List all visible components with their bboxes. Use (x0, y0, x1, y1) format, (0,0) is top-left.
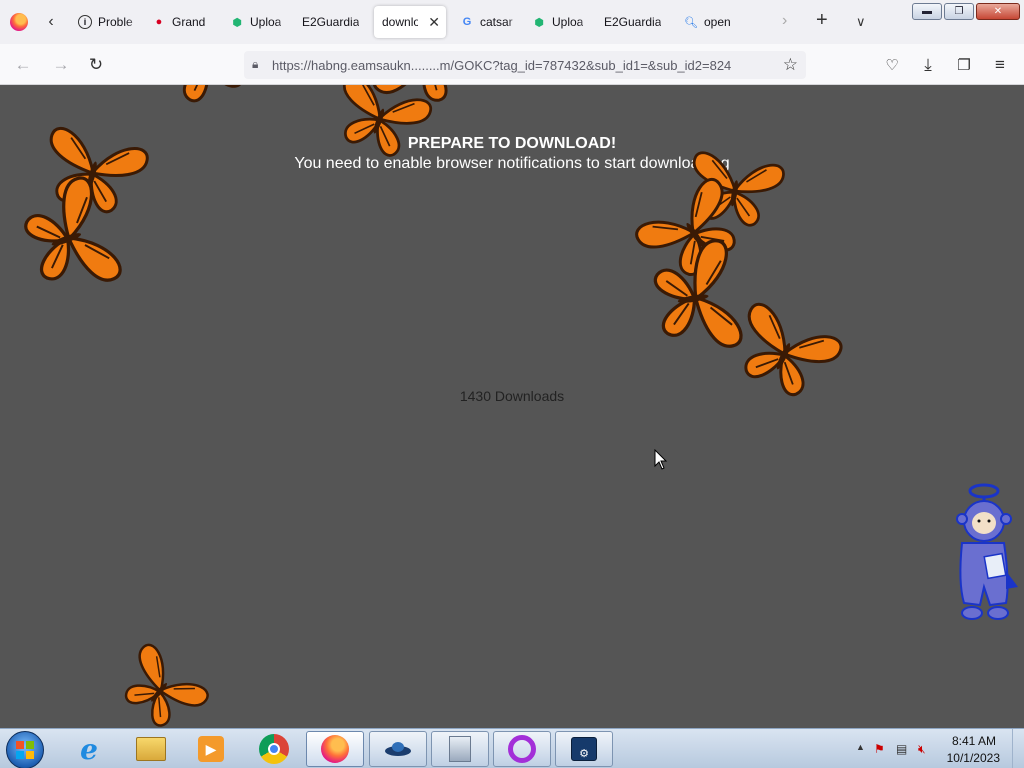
green-upload-icon: ⬢ (232, 16, 242, 29)
url-bar[interactable]: 🔒︎ https://habng.eamsaukn........m/GOKC?… (244, 51, 806, 79)
internet-explorer-icon[interactable]: e (60, 731, 118, 767)
tab-label: catsar (480, 15, 513, 29)
tab-problem[interactable]: i Proble (70, 6, 144, 38)
close-window-icon[interactable]: ✕ (976, 3, 1020, 20)
tab-label: downlo (382, 15, 419, 29)
page-content: PREPARE TO DOWNLOAD! You need to enable … (0, 85, 1024, 728)
pocket-icon[interactable]: ♡ (881, 54, 903, 76)
firefox-menu-icon[interactable] (10, 13, 28, 31)
new-tab-icon[interactable]: + (816, 9, 828, 32)
tab-download-active[interactable]: downlo ✕ (374, 6, 446, 38)
tab-label: E2Guardia (604, 15, 662, 29)
tab-scroll-right-icon[interactable]: › (782, 12, 787, 30)
tab-scroll-left-icon[interactable]: ‹ (38, 7, 64, 37)
tab-label: E2Guardia (302, 15, 360, 29)
back-icon[interactable]: ← (12, 54, 34, 76)
minimize-icon[interactable]: ▬ (912, 3, 942, 20)
lock-icon[interactable]: 🔒︎ (252, 57, 258, 72)
show-desktop-button[interactable] (1012, 729, 1024, 768)
navigation-bar: ← → ↻ 🔒︎ https://habng.eamsaukn........m… (0, 44, 1024, 85)
url-input[interactable]: https://habng.eamsaukn........m/GOKC?tag… (272, 58, 772, 73)
firefox-taskbar-icon[interactable] (306, 731, 364, 767)
google-icon: G (462, 16, 472, 28)
media-player-icon[interactable]: ▶ (182, 731, 240, 767)
system-tray: ▲ ⚑ ▤ 🔇︎ 8:41 AM 10/1/2023 (834, 729, 1024, 768)
network-error-icon[interactable]: ⚑ (874, 742, 885, 756)
ufo-icon (385, 742, 411, 756)
chrome-icon[interactable] (245, 731, 303, 767)
file-explorer-icon[interactable] (122, 731, 180, 767)
tab-e2guardian-1[interactable]: E2Guardia (294, 6, 374, 38)
tab-e2guardian-2[interactable]: E2Guardia (596, 6, 676, 38)
reload-icon[interactable]: ↻ (85, 54, 107, 76)
mouse-cursor-icon (654, 449, 668, 470)
clock-time[interactable]: 8:41 AM (952, 734, 996, 748)
tab-catsar[interactable]: G catsar (452, 6, 524, 38)
tab-label: open (704, 15, 731, 29)
windows-taskbar: e ▶ ⚙ ▲ ⚑ ▤ 🔇︎ 8:41 AM 10/1/2023 (0, 728, 1024, 768)
downloads-icon[interactable]: ⤓ (917, 54, 939, 76)
windows-logo-icon (16, 741, 34, 759)
show-hidden-icons-icon[interactable]: ▲ (856, 742, 865, 752)
opera-icon[interactable] (493, 731, 551, 767)
tab-bar: ‹ i Proble ● Grand ⬢ Uploa E2Guardia dow… (0, 0, 1024, 44)
bookmark-star-icon[interactable]: ☆ (783, 55, 798, 75)
start-button[interactable] (6, 731, 44, 768)
tab-open[interactable]: 🔍︎ open (676, 6, 748, 38)
ufo-app-icon[interactable] (369, 731, 427, 767)
tab-upload-1[interactable]: ⬢ Uploa (222, 6, 294, 38)
list-all-tabs-icon[interactable]: ∨ (856, 14, 866, 30)
hamburger-menu-icon[interactable]: ≡ (989, 54, 1011, 76)
clock-date[interactable]: 10/1/2023 (947, 751, 1000, 765)
tab-label: Proble (98, 15, 133, 29)
restore-icon[interactable]: ❐ (944, 3, 974, 20)
download-count: 1430 Downloads (459, 388, 565, 404)
butterfly-image (124, 643, 209, 727)
tab-label: Uploa (250, 15, 282, 29)
page-subtitle: You need to enable browser notifications… (294, 155, 730, 172)
window-controls: ▬ ❐ ✕ (912, 3, 1020, 20)
teletubby-figure (956, 483, 1018, 620)
tab-strip: i Proble ● Grand ⬢ Uploa E2Guardia downl… (70, 0, 748, 44)
red-lock-icon: ● (155, 16, 163, 28)
tab-label: Uploa (552, 15, 584, 29)
installer-app-icon[interactable] (431, 731, 489, 767)
green-upload-icon: ⬢ (534, 16, 544, 29)
extensions-icon[interactable]: ❐ (953, 54, 975, 76)
tab-label: Grand (172, 15, 206, 29)
volume-muted-icon[interactable]: 🔇︎ (918, 742, 926, 757)
network-icon[interactable]: ▤ (896, 742, 907, 756)
app-window-icon[interactable]: ⚙ (555, 731, 613, 767)
info-icon: i (78, 15, 92, 29)
close-tab-icon[interactable]: ✕ (428, 14, 440, 31)
butterfly-image (167, 85, 245, 103)
tab-grand[interactable]: ● Grand (144, 6, 222, 38)
tab-upload-2[interactable]: ⬢ Uploa (524, 6, 596, 38)
forward-icon[interactable]: → (50, 54, 72, 76)
search-icon: 🔍︎ (684, 16, 698, 29)
